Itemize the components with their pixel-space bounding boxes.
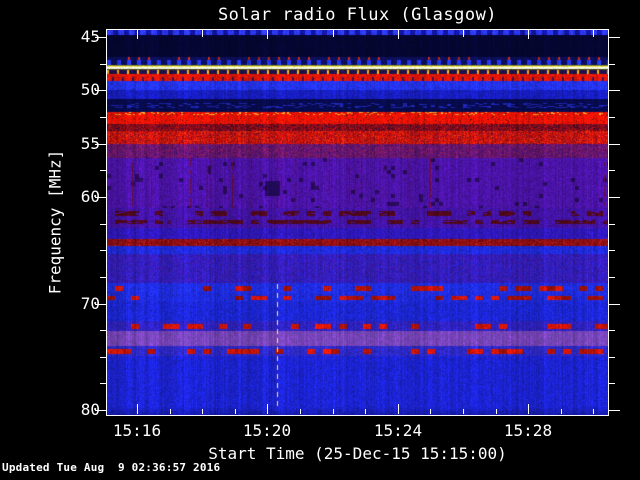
x-tick-top bbox=[528, 30, 529, 39]
x-minor-tick-bottom bbox=[300, 409, 301, 414]
y-minor-tick-left bbox=[100, 117, 106, 118]
y-minor-tick-left bbox=[100, 357, 106, 358]
y-minor-tick-left bbox=[100, 250, 106, 251]
y-tick-label: 55 bbox=[80, 134, 100, 153]
y-minor-tick-right bbox=[609, 64, 615, 65]
page-title: Solar radio Flux (Glasgow) bbox=[217, 5, 498, 25]
x-major-tick-bottom bbox=[528, 404, 529, 414]
y-minor-tick-left bbox=[100, 277, 106, 278]
y-minor-tick-right bbox=[609, 330, 615, 331]
x-tick-top bbox=[333, 30, 334, 37]
y-minor-tick-right bbox=[609, 117, 615, 118]
x-tick-top bbox=[202, 30, 203, 37]
x-tick-top bbox=[593, 30, 594, 37]
x-tick-label: 15:28 bbox=[503, 421, 553, 440]
y-minor-tick-right bbox=[609, 224, 615, 225]
x-tick-top bbox=[463, 30, 464, 37]
y-minor-tick-left bbox=[100, 64, 106, 65]
x-minor-tick-bottom bbox=[170, 409, 171, 414]
x-major-tick-bottom bbox=[398, 404, 399, 414]
y-minor-tick-left bbox=[100, 170, 106, 171]
y-tick-label: 60 bbox=[80, 187, 100, 206]
y-major-tick-right bbox=[609, 304, 620, 305]
x-tick-top bbox=[137, 30, 138, 39]
x-minor-tick-bottom bbox=[593, 409, 594, 414]
y-tick-label: 45 bbox=[80, 27, 100, 46]
x-tick-label: 15:16 bbox=[112, 421, 162, 440]
y-minor-tick-right bbox=[609, 277, 615, 278]
y-major-tick-right bbox=[609, 37, 620, 38]
x-minor-tick-bottom bbox=[235, 409, 236, 414]
y-major-tick-right bbox=[609, 410, 620, 411]
y-tick-label: 80 bbox=[80, 400, 100, 419]
y-major-tick-right bbox=[609, 144, 620, 145]
x-tick-top bbox=[398, 30, 399, 39]
x-major-tick-bottom bbox=[267, 404, 268, 414]
y-minor-tick-right bbox=[609, 357, 615, 358]
y-tick-label: 50 bbox=[80, 80, 100, 99]
x-minor-tick-bottom bbox=[463, 409, 464, 414]
x-minor-tick-bottom bbox=[496, 409, 497, 414]
x-minor-tick-bottom bbox=[430, 409, 431, 414]
x-minor-tick-bottom bbox=[333, 409, 334, 414]
y-minor-tick-left bbox=[100, 383, 106, 384]
y-axis-title: Frequency [MHz] bbox=[45, 149, 65, 295]
y-minor-tick-right bbox=[609, 383, 615, 384]
y-minor-tick-right bbox=[609, 170, 615, 171]
x-minor-tick-bottom bbox=[365, 409, 366, 414]
x-tick-top bbox=[267, 30, 268, 39]
x-major-tick-bottom bbox=[137, 404, 138, 414]
x-minor-tick-bottom bbox=[202, 409, 203, 414]
y-tick-label: 70 bbox=[80, 294, 100, 313]
y-minor-tick-right bbox=[609, 250, 615, 251]
updated-timestamp: Updated Tue Aug 9 02:36:57 2016 bbox=[2, 461, 221, 474]
spectrogram-canvas bbox=[107, 30, 608, 415]
x-tick-label: 15:24 bbox=[373, 421, 423, 440]
x-tick-label: 15:20 bbox=[242, 421, 292, 440]
y-major-tick-right bbox=[609, 197, 620, 198]
y-major-tick-right bbox=[609, 90, 620, 91]
x-minor-tick-bottom bbox=[561, 409, 562, 414]
solar-radio-spectrogram-page: Solar radio Flux (Glasgow) Frequency [MH… bbox=[0, 0, 640, 480]
y-minor-tick-left bbox=[100, 224, 106, 225]
y-minor-tick-left bbox=[100, 330, 106, 331]
